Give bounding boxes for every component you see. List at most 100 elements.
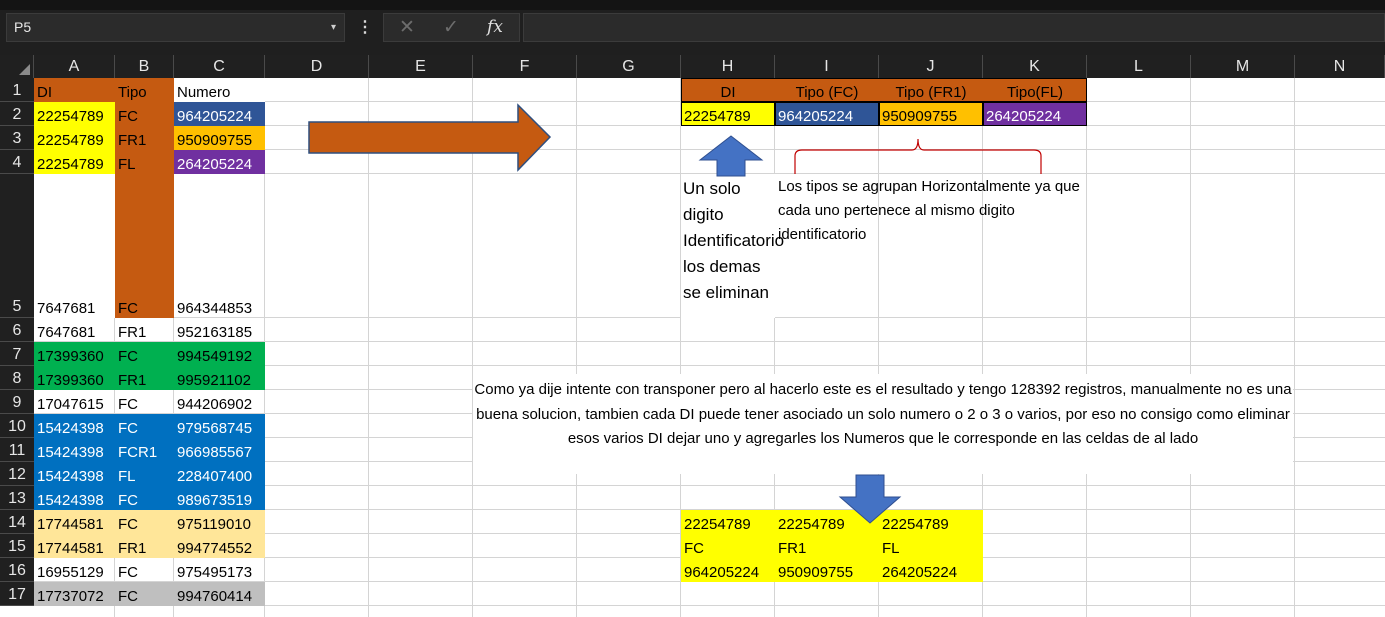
data-cell[interactable]: 22254789 [34, 102, 115, 126]
column-header-e[interactable]: E [369, 55, 473, 78]
data-cell[interactable]: 979568745 [174, 414, 265, 438]
data-cell[interactable]: 17047615 [34, 390, 115, 414]
data-cell[interactable]: 975119010 [174, 510, 265, 534]
data-cell[interactable]: FC [115, 558, 174, 582]
header-cell-numero[interactable]: Numero [174, 78, 265, 102]
data-cell[interactable]: 15424398 [34, 438, 115, 462]
data-cell[interactable]: FC [115, 102, 174, 126]
data-cell[interactable]: 17737072 [34, 582, 115, 606]
data-cell[interactable]: 994774552 [174, 534, 265, 558]
data-cell[interactable]: FL [115, 462, 174, 486]
data-cell[interactable]: 228407400 [174, 462, 265, 486]
data-cell[interactable]: FL [115, 150, 174, 174]
column-header-n[interactable]: N [1295, 55, 1385, 78]
row-header-1[interactable]: 1 [0, 78, 34, 102]
data-cell[interactable]: FC [115, 414, 174, 438]
column-header-c[interactable]: C [174, 55, 265, 78]
worksheet-grid[interactable]: ABCDEFGHIJKLMN 1 2 3 4 5 6 7 8 9 10 11 12 13 14 15 16 17… [0, 55, 1385, 617]
column-header-f[interactable]: F [473, 55, 577, 78]
row-header-11[interactable]: 11 [0, 438, 34, 462]
row-header-14[interactable]: 14 [0, 510, 34, 534]
data-cell[interactable]: 17744581 [34, 510, 115, 534]
data-cell[interactable]: 995921102 [174, 366, 265, 390]
right-arrow-shape[interactable] [305, 102, 555, 174]
up-arrow-shape[interactable] [698, 134, 764, 177]
name-box[interactable]: P5 ▾ [6, 13, 345, 42]
row-header-5[interactable]: 5 [0, 174, 34, 318]
transpose-cell[interactable]: 964205224 [681, 558, 775, 582]
row-header-12[interactable]: 12 [0, 462, 34, 486]
data-cell[interactable]: 17399360 [34, 366, 115, 390]
transpose-cell[interactable]: FC [681, 534, 775, 558]
chevron-down-icon[interactable]: ▾ [331, 14, 336, 41]
target-value-cell[interactable]: 950909755 [879, 102, 983, 126]
data-cell[interactable]: 15424398 [34, 462, 115, 486]
row-header-16[interactable]: 16 [0, 558, 34, 582]
header-cell-di[interactable]: DI [34, 78, 115, 102]
data-cell[interactable]: 22254789 [34, 150, 115, 174]
row-header-4[interactable]: 4 [0, 150, 34, 174]
row-header-13[interactable]: 13 [0, 486, 34, 510]
data-cell[interactable]: 7647681 [34, 318, 115, 342]
column-header-a[interactable]: A [34, 55, 115, 78]
column-header-i[interactable]: I [775, 55, 879, 78]
column-header-l[interactable]: L [1087, 55, 1191, 78]
data-cell[interactable]: FC [115, 486, 174, 510]
target-header-cell[interactable]: DI [681, 78, 775, 102]
column-header-k[interactable]: K [983, 55, 1087, 78]
row-header-6[interactable]: 6 [0, 318, 34, 342]
data-cell[interactable]: FC [115, 390, 174, 414]
data-cell[interactable]: 952163185 [174, 318, 265, 342]
insert-function-icon[interactable]: fx [480, 14, 510, 41]
more-options-icon[interactable]: ⋮ [356, 13, 374, 42]
data-cell[interactable]: 17744581 [34, 534, 115, 558]
target-header-cell[interactable]: Tipo (FR1) [879, 78, 983, 102]
target-value-cell[interactable]: 964205224 [775, 102, 879, 126]
data-cell[interactable]: 7647681 [34, 174, 115, 318]
data-cell[interactable]: 966985567 [174, 438, 265, 462]
data-cell[interactable]: 994549192 [174, 342, 265, 366]
data-cell[interactable]: 994760414 [174, 582, 265, 606]
target-value-cell[interactable]: 264205224 [983, 102, 1087, 126]
data-cell[interactable]: FR1 [115, 318, 174, 342]
column-header-h[interactable]: H [681, 55, 775, 78]
target-header-cell[interactable]: Tipo(FL) [983, 78, 1087, 102]
row-header-3[interactable]: 3 [0, 126, 34, 150]
check-icon[interactable]: ✓ [436, 14, 466, 41]
transpose-cell[interactable]: 950909755 [775, 558, 879, 582]
header-cell-tipo[interactable]: Tipo [115, 78, 174, 102]
data-cell[interactable]: 22254789 [34, 126, 115, 150]
data-cell[interactable]: FC [115, 510, 174, 534]
data-cell[interactable]: 989673519 [174, 486, 265, 510]
data-cell[interactable]: 950909755 [174, 126, 265, 150]
transpose-cell[interactable]: FR1 [775, 534, 879, 558]
data-cell[interactable]: 944206902 [174, 390, 265, 414]
column-header-j[interactable]: J [879, 55, 983, 78]
transpose-cell[interactable]: 22254789 [681, 510, 775, 534]
data-cell[interactable]: 15424398 [34, 414, 115, 438]
cancel-icon[interactable]: ✕ [392, 14, 422, 41]
data-cell[interactable]: FCR1 [115, 438, 174, 462]
data-cell[interactable]: 264205224 [174, 150, 265, 174]
column-header-b[interactable]: B [115, 55, 174, 78]
row-header-2[interactable]: 2 [0, 102, 34, 126]
row-header-8[interactable]: 8 [0, 366, 34, 390]
target-header-cell[interactable]: Tipo (FC) [775, 78, 879, 102]
data-cell[interactable]: FC [115, 174, 174, 318]
data-cell[interactable]: FR1 [115, 534, 174, 558]
data-cell[interactable]: 17399360 [34, 342, 115, 366]
column-header-m[interactable]: M [1191, 55, 1295, 78]
select-all-button[interactable] [0, 55, 34, 78]
data-cell[interactable]: 975495173 [174, 558, 265, 582]
row-header-9[interactable]: 9 [0, 390, 34, 414]
data-cell[interactable]: 15424398 [34, 486, 115, 510]
row-header-15[interactable]: 15 [0, 534, 34, 558]
column-header-g[interactable]: G [577, 55, 681, 78]
data-cell[interactable]: FC [115, 582, 174, 606]
row-header-17[interactable]: 17 [0, 582, 34, 606]
target-value-cell[interactable]: 22254789 [681, 102, 775, 126]
data-cell[interactable]: FR1 [115, 366, 174, 390]
formula-input[interactable] [523, 13, 1385, 42]
data-cell[interactable]: FC [115, 342, 174, 366]
transpose-cell[interactable]: 264205224 [879, 558, 983, 582]
